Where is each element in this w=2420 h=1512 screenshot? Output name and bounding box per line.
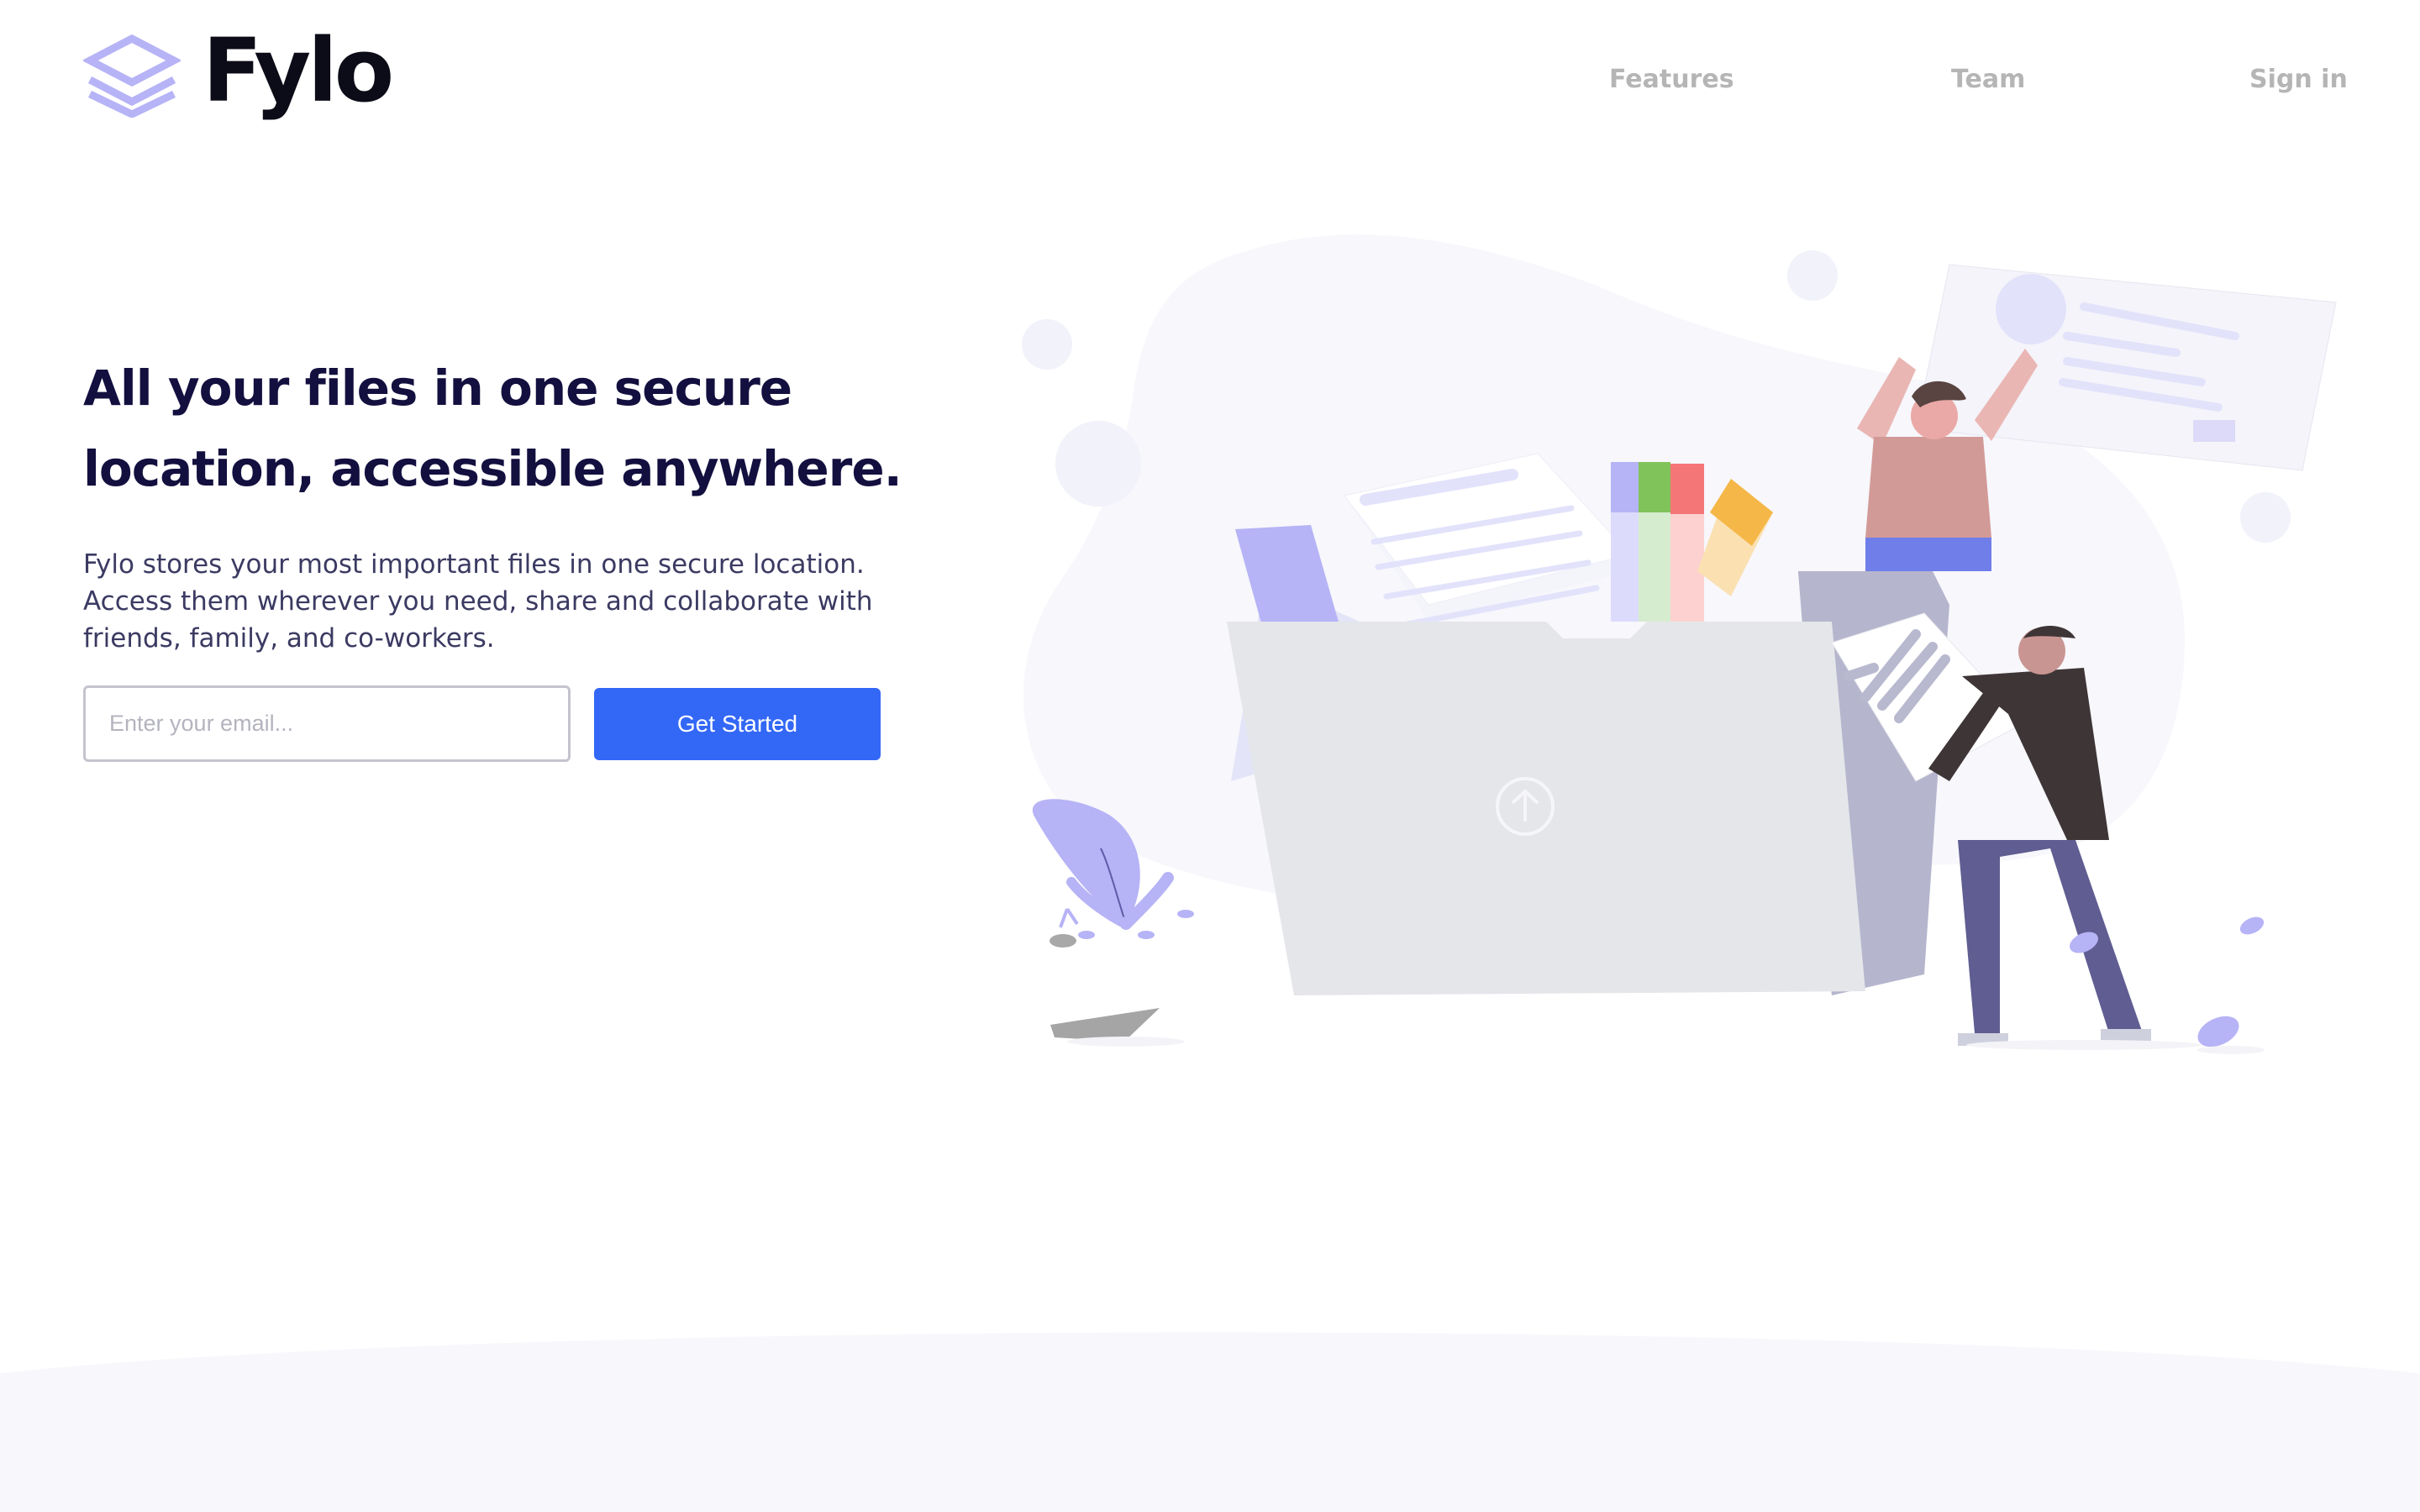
nav-link-sign-in[interactable]: Sign in: [2249, 67, 2348, 92]
stacked-layers-icon: [83, 34, 181, 118]
get-started-button[interactable]: Get Started: [594, 688, 881, 760]
landing-page: Fylo Features Team Sign in All your file…: [0, 0, 2420, 1512]
nav-link-features[interactable]: Features: [1609, 67, 1734, 92]
headline-line: All your files in one secure: [83, 360, 792, 417]
description-line: Access them wherever you need, share and…: [83, 586, 873, 617]
decor-circle: [1055, 421, 1141, 507]
brand-logo[interactable]: Fylo: [83, 27, 394, 119]
headline-line: location, accessible anywhere.: [83, 440, 902, 497]
hero-headline: All your files in one secure location, a…: [83, 348, 923, 509]
hero-description: Fylo stores your most important files in…: [83, 546, 932, 657]
decor-circle: [1022, 319, 1072, 370]
people-organizing-files-illustration: [1022, 234, 2337, 1054]
brand-name: Fylo: [203, 19, 394, 122]
email-input[interactable]: [83, 685, 571, 762]
decor-circle: [1787, 250, 1838, 301]
bottom-wave-section: [0, 1332, 2420, 1512]
description-line: Fylo stores your most important files in…: [83, 549, 865, 580]
decor-circle: [2240, 492, 2291, 543]
nav-link-team[interactable]: Team: [1951, 67, 2025, 92]
description-line: friends, family, and co-workers.: [83, 623, 495, 654]
